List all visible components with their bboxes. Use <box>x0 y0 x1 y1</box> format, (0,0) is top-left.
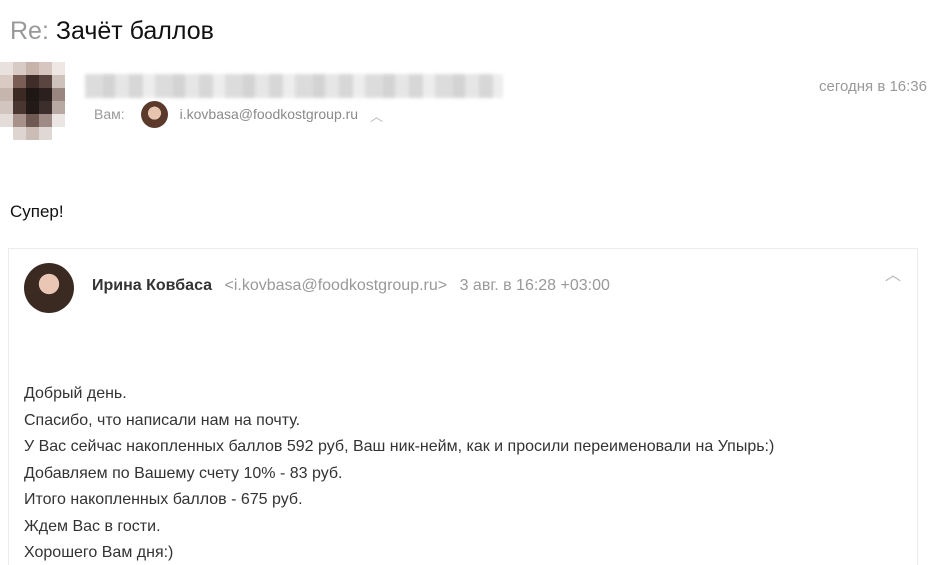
sender-name-redacted <box>85 74 503 98</box>
subject-prefix: Re: <box>10 17 49 45</box>
subject-text: Зачёт баллов <box>55 17 214 45</box>
to-label: Вам: <box>94 106 125 122</box>
quoted-line: Добавляем по Вашему счету 10% - 83 руб. <box>24 464 343 482</box>
quoted-header: Ирина Ковбаса <i.kovbasa@foodkostgroup.r… <box>92 277 610 295</box>
quoted-line: Хорошего Вам дня:) <box>24 544 174 561</box>
quoted-sender-name[interactable]: Ирина Ковбаса <box>92 277 212 294</box>
quoted-sender-email[interactable]: <i.kovbasa@foodkostgroup.ru> <box>225 277 448 294</box>
chevron-up-icon[interactable]: ︿ <box>370 106 383 125</box>
quoted-message: Ирина Ковбаса <i.kovbasa@foodkostgroup.r… <box>8 248 918 565</box>
quoted-date: 3 авг. в 16:28 +03:00 <box>459 277 610 294</box>
quoted-line: Добрый день. <box>24 385 127 402</box>
quoted-line: Спасибо, что написали нам на почту. <box>24 411 301 429</box>
recipient-email[interactable]: i.kovbasa@foodkostgroup.ru <box>180 106 358 122</box>
email-date: сегодня в 16:36 <box>819 78 927 95</box>
quoted-line: Итого накопленных баллов - 675 руб. <box>24 491 303 508</box>
quoted-line: Ждем Вас в гости. <box>24 517 161 535</box>
chevron-up-icon[interactable]: ︿ <box>885 261 901 285</box>
quoted-line: У Вас сейчас накопленных баллов 592 руб,… <box>24 438 775 455</box>
quoted-body: Добрый день. Спасибо, что написали нам н… <box>24 381 774 565</box>
reply-body: Супер! <box>10 202 64 221</box>
email-view: Re: Зачёт баллов Вам: i.kovbasa@foodkost… <box>0 0 935 565</box>
email-subject: Re: Зачёт баллов <box>10 16 214 46</box>
recipient-avatar <box>140 100 168 128</box>
recipients-row[interactable]: Вам: i.kovbasa@foodkostgroup.ru ︿ <box>94 100 383 128</box>
quoted-sender-avatar <box>24 263 74 313</box>
sender-avatar <box>0 62 66 140</box>
